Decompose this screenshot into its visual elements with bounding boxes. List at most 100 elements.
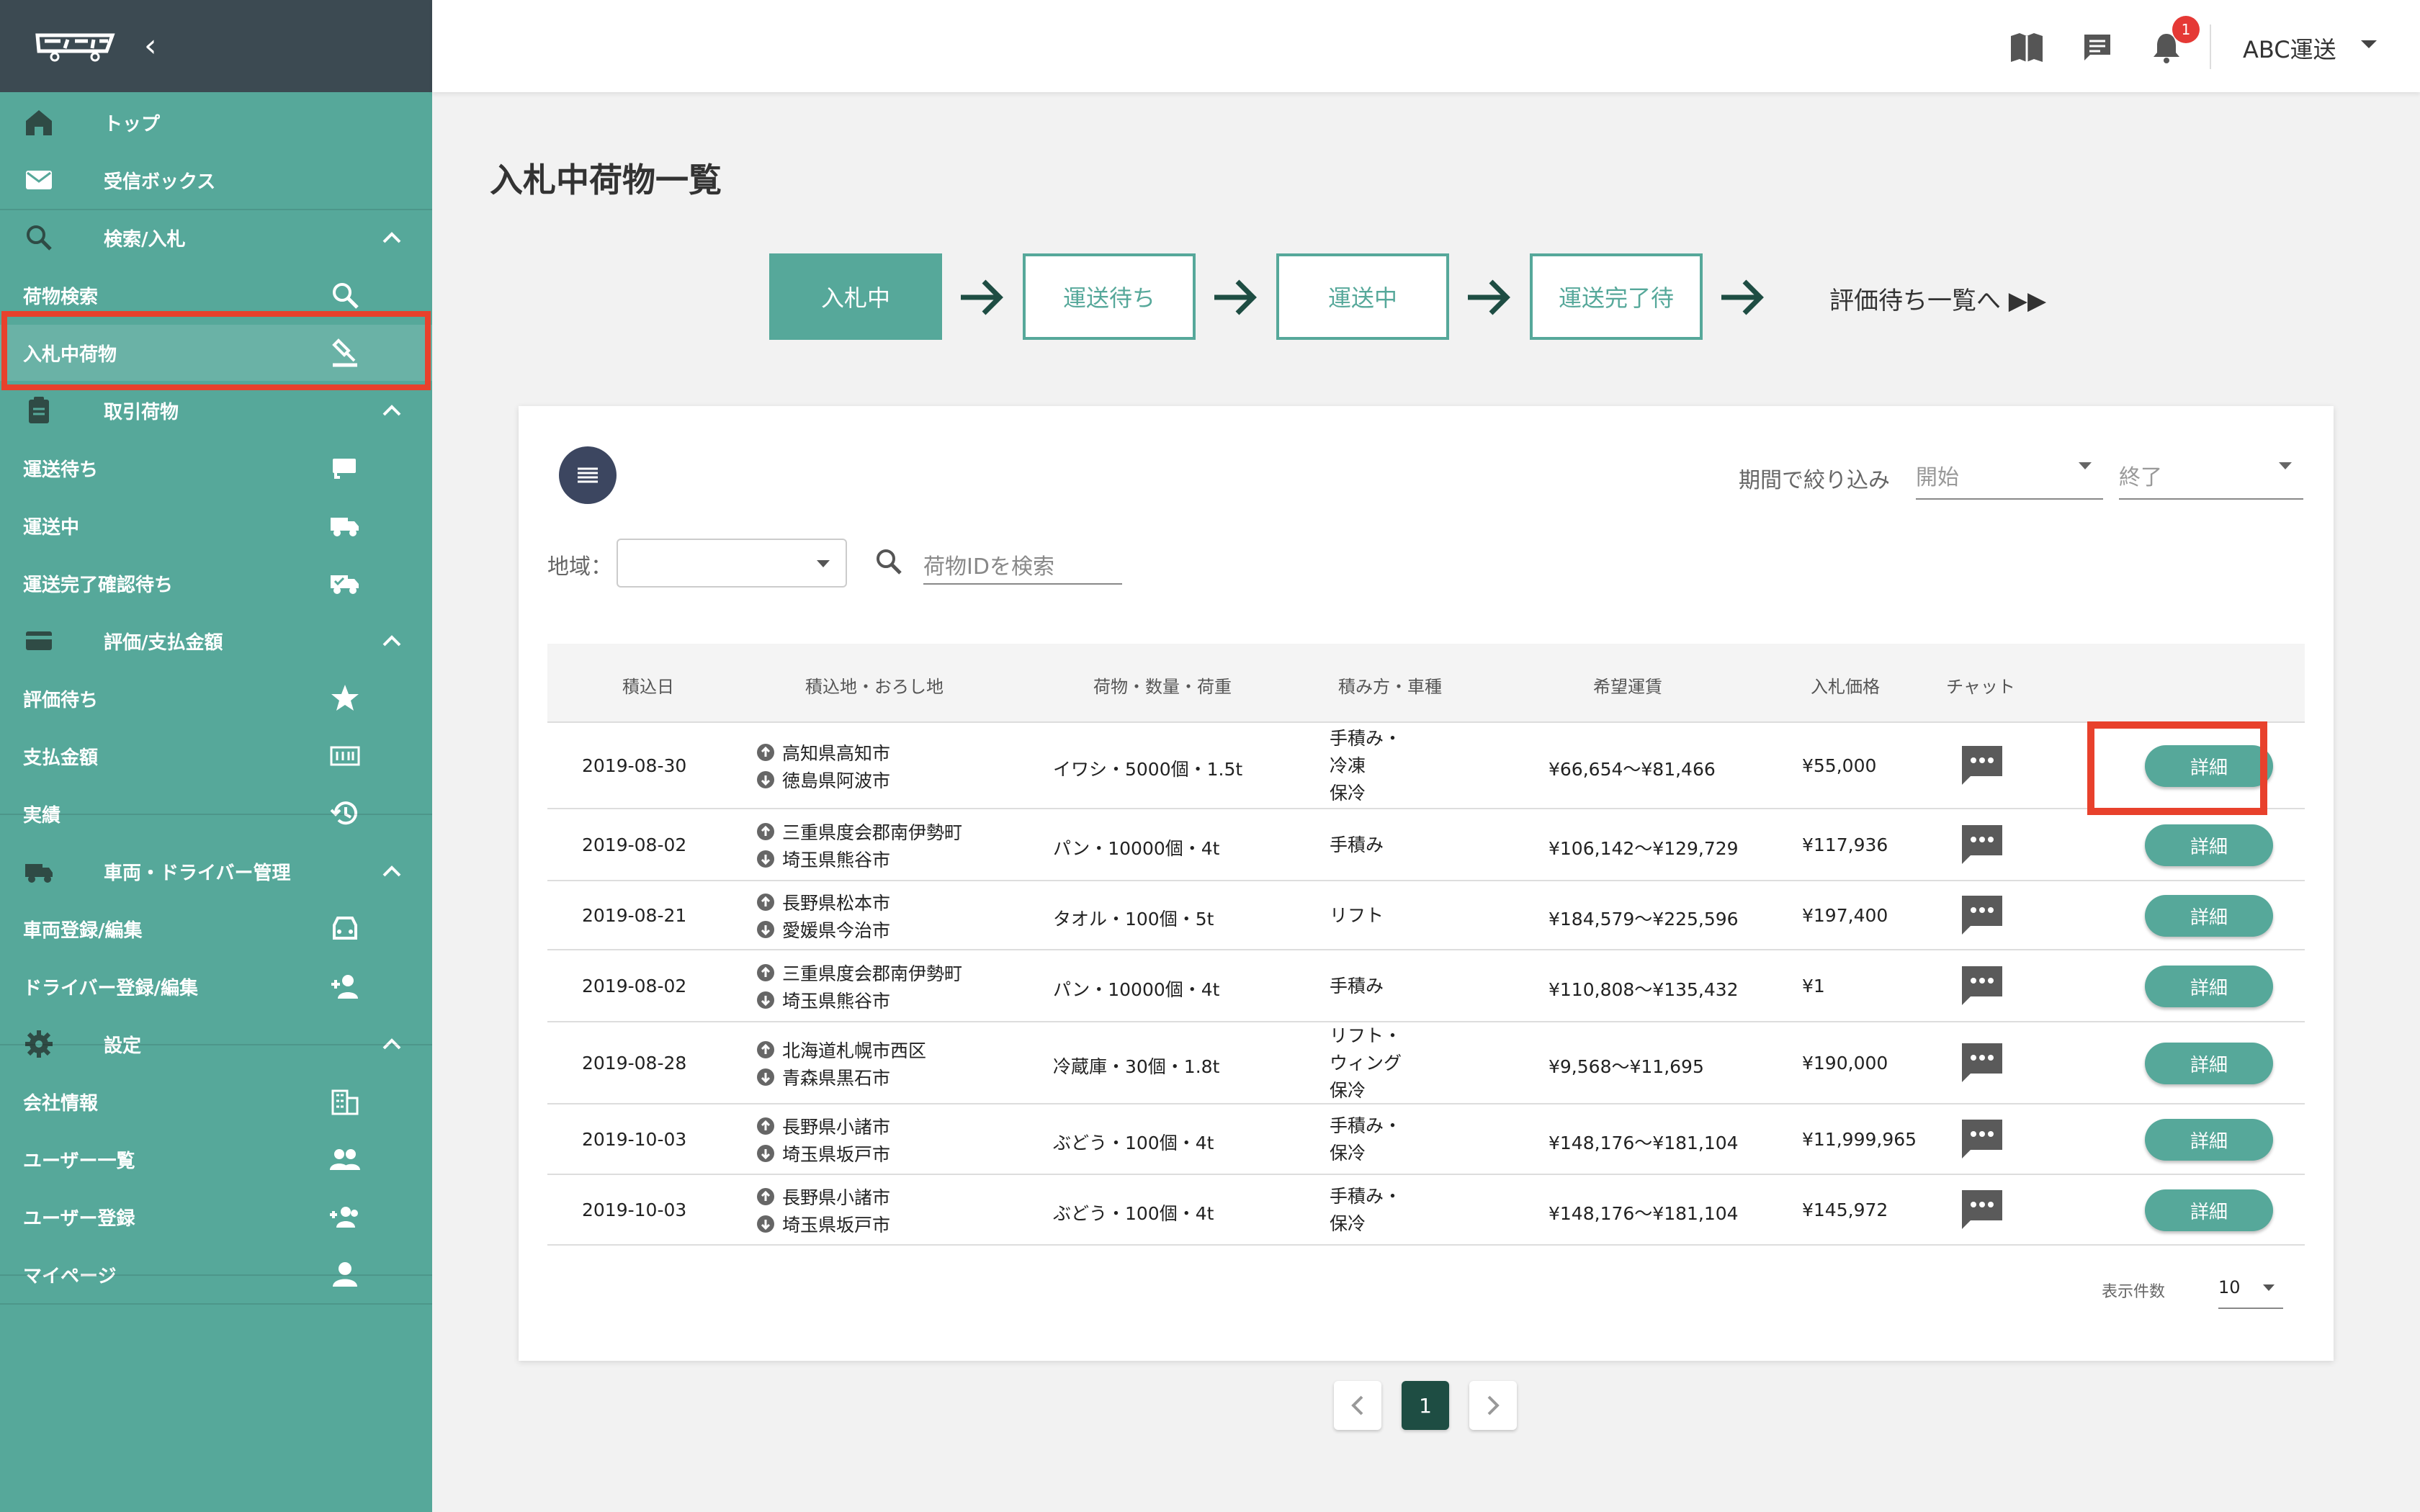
pickup-label: 高知県高知市 [782, 743, 891, 764]
cargo-id-search-input[interactable]: 荷物IDを検索 [923, 539, 1122, 585]
chevron-up-icon[interactable] [379, 628, 405, 654]
table-row: 2019-08-21 長野県松本市 愛媛県今治市 タオル・100個・5t リフト ¥184… [547, 881, 2305, 950]
account-dropdown-icon[interactable] [2360, 37, 2378, 53]
cell-cargo: ぶどう・100個・4t [1053, 1133, 1214, 1153]
cell-method: 手積み [1330, 973, 1384, 1000]
next-page-button[interactable] [1469, 1381, 1517, 1430]
arrow-up-circle-icon [757, 823, 774, 840]
method-line: リフト・ [1330, 1025, 1402, 1046]
step-waiting[interactable]: 運送待ち [1023, 253, 1196, 340]
sidebar-item-5[interactable]: 取引荷物 [0, 382, 432, 438]
chevron-up-icon[interactable] [379, 397, 405, 423]
dropoff-label: 徳島県阿波市 [782, 770, 891, 791]
detail-button[interactable]: 詳細 [2145, 824, 2273, 866]
chat-icon[interactable] [2079, 29, 2116, 66]
sidebar-item-1[interactable]: 受信ボックス [0, 152, 432, 208]
header-divider [2210, 24, 2211, 69]
sidebar-divider [0, 209, 432, 210]
region-select[interactable] [617, 539, 847, 588]
sidebar-item-9[interactable]: 評価/支払金額 [0, 613, 432, 669]
group-add-icon [328, 1200, 362, 1233]
menu-button[interactable] [559, 446, 617, 504]
chevron-down-icon [2263, 1284, 2275, 1291]
chat-bubble-icon[interactable] [1959, 1040, 2005, 1086]
end-date-select[interactable]: 終了 [2119, 449, 2303, 500]
chat-bubble-icon[interactable] [1959, 743, 2005, 789]
search-placeholder: 荷物IDを検索 [923, 554, 1054, 580]
step-transporting[interactable]: 運送中 [1276, 253, 1449, 340]
chevron-left-icon [1351, 1395, 1363, 1416]
page-button-current[interactable]: 1 [1402, 1381, 1449, 1430]
sidebar-item-11[interactable]: 支払金額 [0, 728, 432, 784]
dropoff-label: 青森県黒石市 [782, 1068, 891, 1089]
sidebar-item-label: 評価待ち [23, 689, 99, 711]
truck-icon [23, 855, 55, 887]
pickup-location: 三重県度会郡南伊勢町 [756, 818, 962, 845]
step-bidding[interactable]: 入札中 [769, 253, 942, 340]
company-name[interactable]: ABC運送 [2243, 32, 2336, 65]
book-icon[interactable] [2008, 29, 2045, 66]
sidebar-item-label: 評価/支払金額 [104, 631, 223, 654]
table-row: 2019-10-03 長野県小諸市 埼玉県坂戸市 ぶどう・100個・4t 手積み・ 保冷 ¥… [547, 1175, 2305, 1246]
cell-bid: ¥117,936 [1802, 834, 1888, 855]
sidebar-item-15[interactable]: ドライバー登録/編集 [0, 958, 432, 1014]
sidebar-item-label: 車両登録/編集 [23, 919, 143, 942]
sidebar-item-8[interactable]: 運送完了確認待ち [0, 555, 432, 611]
sidebar-item-18[interactable]: ユーザー一覧 [0, 1131, 432, 1187]
chat-bubble-icon[interactable] [1959, 822, 2005, 868]
sidebar-item-13[interactable]: 車両・ドライバー管理 [0, 843, 432, 899]
chevron-up-icon[interactable] [379, 858, 405, 884]
chat-bubble-icon[interactable] [1959, 893, 2005, 939]
cell-bid: ¥55,000 [1802, 755, 1877, 776]
chat-bubble-icon[interactable] [1959, 963, 2005, 1009]
pickup-location: 高知県高知市 [756, 739, 890, 766]
table-row: 2019-08-02 三重県度会郡南伊勢町 埼玉県熊谷市 パン・10000個・4t 手積… [547, 809, 2305, 881]
highlight-box-detail [2087, 721, 2267, 815]
arrow-down-circle-icon [757, 1215, 774, 1233]
dropoff-location: 徳島県阿波市 [756, 766, 890, 793]
sidebar-item-14[interactable]: 車両登録/編集 [0, 901, 432, 957]
credit-card-icon [23, 625, 55, 657]
arrow-down-circle-icon [757, 1145, 774, 1162]
top-header: 1 ABC運送 [432, 0, 2420, 92]
listing-card: 期間で絞り込み 開始 終了 地域： 荷物IDを検索 積込日 積込地・おろし地 荷… [519, 406, 2334, 1361]
sidebar-item-17[interactable]: 会社情報 [0, 1074, 432, 1130]
detail-button[interactable]: 詳細 [2145, 1189, 2273, 1231]
prev-page-button[interactable] [1334, 1381, 1381, 1430]
cell-date: 2019-08-02 [582, 976, 687, 996]
sidebar-item-2[interactable]: 検索/入札 [0, 210, 432, 266]
sidebar-collapse-icon[interactable]: ‹ [144, 30, 157, 62]
step-completion[interactable]: 運送完了待 [1530, 253, 1703, 340]
end-date-placeholder: 終了 [2119, 465, 2162, 490]
cell-bid: ¥11,999,965 [1802, 1129, 1917, 1150]
detail-button[interactable]: 詳細 [2145, 1043, 2273, 1084]
arrow-down-circle-icon [757, 771, 774, 788]
chat-bubble-icon[interactable] [1959, 1117, 2005, 1163]
table-header: 積込日 積込地・おろし地 荷物・数量・荷重 積み方・車種 希望運賃 入札価格 チ… [547, 644, 2305, 723]
cell-date: 2019-08-30 [582, 755, 687, 776]
sidebar-item-0[interactable]: トップ [0, 94, 432, 150]
detail-button[interactable]: 詳細 [2145, 1119, 2273, 1161]
method-line: 冷凍 [1330, 755, 1366, 776]
evaluation-list-link[interactable]: 評価待ち一覧へ ▶▶ [1829, 281, 2046, 316]
arrow-up-circle-icon [757, 1188, 774, 1205]
chevron-up-icon[interactable] [379, 225, 405, 251]
start-date-select[interactable]: 開始 [1916, 449, 2103, 500]
chat-bubble-icon[interactable] [1959, 1187, 2005, 1233]
pickup-location: 北海道札幌市西区 [756, 1036, 926, 1063]
arrow-right-icon [1721, 279, 1764, 315]
pickup-location: 長野県松本市 [756, 888, 890, 916]
per-page-select[interactable]: 10 [2218, 1267, 2283, 1309]
sidebar-item-10[interactable]: 評価待ち [0, 670, 432, 726]
sidebar-item-7[interactable]: 運送中 [0, 498, 432, 554]
sidebar-item-label: 支払金額 [23, 747, 99, 769]
detail-button[interactable]: 詳細 [2145, 895, 2273, 937]
cell-location: 長野県小諸市 埼玉県坂戸市 [756, 1183, 890, 1238]
sidebar-item-6[interactable]: 運送待ち [0, 440, 432, 496]
list-icon [578, 467, 598, 483]
sidebar-item-19[interactable]: ユーザー登録 [0, 1189, 432, 1245]
arrow-up-circle-icon [757, 744, 774, 761]
dropoff-location: 愛媛県今治市 [756, 916, 890, 943]
detail-button[interactable]: 詳細 [2145, 966, 2273, 1007]
cell-cargo: ぶどう・100個・4t [1053, 1203, 1214, 1224]
